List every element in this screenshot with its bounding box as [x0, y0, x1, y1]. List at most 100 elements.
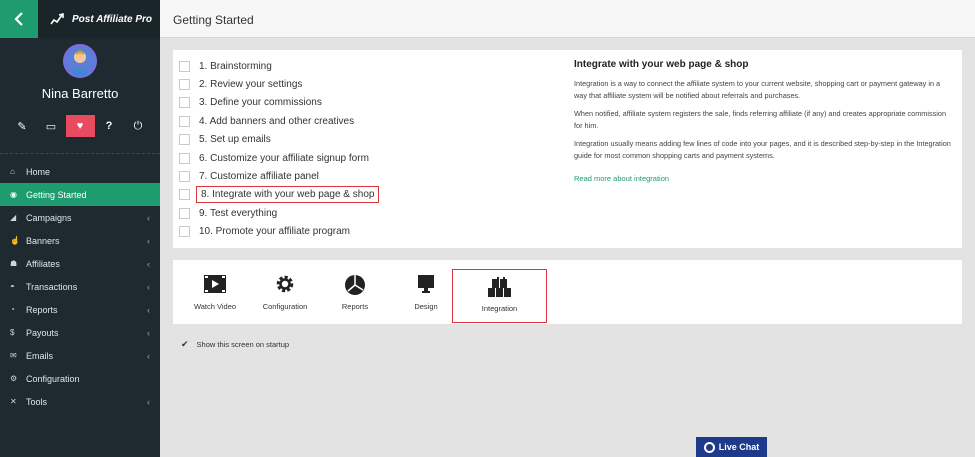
- reports-button[interactable]: Reports: [338, 274, 372, 311]
- monitor-icon[interactable]: ▭: [37, 115, 66, 137]
- read-more-link[interactable]: Read more about integration: [574, 174, 669, 183]
- pie-chart-icon: [345, 275, 365, 295]
- sidebar-item-label: Transactions: [26, 281, 78, 292]
- tool-label: Reports: [341, 302, 369, 311]
- integration-button[interactable]: Integration: [452, 269, 547, 323]
- checklist-item[interactable]: 1. Brainstorming: [179, 57, 376, 75]
- dashboard-icon: ◔: [10, 305, 15, 314]
- checkbox[interactable]: [179, 207, 190, 219]
- tool-label: Watch Video: [193, 302, 237, 311]
- checkbox[interactable]: [179, 189, 190, 201]
- sidebar-item-label: Configuration: [26, 373, 80, 384]
- chevron-left-icon: ‹: [147, 350, 150, 361]
- checkmark-icon[interactable]: ✔: [181, 339, 189, 350]
- chat-bubble-icon: [703, 441, 715, 453]
- avatar[interactable]: [63, 44, 97, 78]
- sidebar-item-campaigns[interactable]: ◢ Campaigns ‹: [0, 206, 160, 229]
- chevron-left-icon: ‹: [147, 281, 150, 292]
- sidebar-item-tools[interactable]: ✕ Tools ‹: [0, 390, 160, 413]
- sidebar-item-payouts[interactable]: $ Payouts ‹: [0, 321, 160, 344]
- sidebar-item-label: Tools: [26, 396, 48, 407]
- chevron-left-icon: ‹: [147, 258, 150, 269]
- sidebar-item-label: Campaigns: [26, 212, 72, 223]
- sidebar-item-home[interactable]: ⌂ Home: [0, 160, 160, 183]
- chevron-left-icon: ‹: [147, 327, 150, 338]
- chevron-left-icon: ‹: [147, 304, 150, 315]
- checklist-item[interactable]: 5. Set up emails: [179, 131, 376, 149]
- integration-icon: [487, 277, 511, 297]
- sidebar-top: Post Affiliate Pro: [0, 0, 160, 38]
- users-icon: ☗: [10, 259, 18, 268]
- checklist-item[interactable]: 10. Promote your affiliate program: [179, 223, 376, 241]
- checklist-item[interactable]: 2. Review your settings: [179, 75, 376, 93]
- power-icon[interactable]: ⏻: [124, 115, 153, 137]
- step-description: Integration usually means adding few lin…: [574, 139, 951, 160]
- checklist-item[interactable]: 3. Define your commissions: [179, 94, 376, 112]
- sidebar: Post Affiliate Pro Nina Barretto ✎ ▭ ♥ ?…: [0, 0, 160, 457]
- sidebar-item-getting-started[interactable]: ◉ Getting Started: [0, 183, 160, 206]
- checkbox[interactable]: [179, 79, 190, 91]
- step-description: Integration is a way to connect the affi…: [574, 79, 941, 100]
- pencil-icon[interactable]: ✎: [8, 115, 37, 137]
- gear-icon: ⚙: [10, 374, 18, 383]
- getting-started-panel: 1. Brainstorming 2. Review your settings…: [173, 50, 962, 248]
- help-icon[interactable]: ?: [95, 115, 124, 137]
- sidebar-item-label: Getting Started: [26, 189, 87, 200]
- user-profile: Nina Barretto ✎ ▭ ♥ ? ⏻: [0, 38, 160, 137]
- live-chat-button[interactable]: Live Chat: [696, 437, 767, 457]
- sidebar-item-transactions[interactable]: ◓ Transactions ‹: [0, 275, 160, 298]
- show-on-startup-option[interactable]: ✔ Show this screen on startup: [181, 339, 289, 350]
- step-title: Integrate with your web page & shop: [574, 59, 749, 70]
- back-button[interactable]: [0, 0, 38, 38]
- checklist-item[interactable]: 7. Customize affiliate panel: [179, 167, 376, 185]
- gear-icon: [276, 275, 294, 293]
- sidebar-item-label: Reports: [26, 304, 58, 315]
- configuration-button[interactable]: Configuration: [258, 274, 312, 311]
- design-button[interactable]: Design: [411, 274, 441, 311]
- home-icon: ⌂: [10, 167, 15, 176]
- page-header: Getting Started: [160, 0, 975, 38]
- sidebar-item-reports[interactable]: ◔ Reports ‹: [0, 298, 160, 321]
- brand-name: Post Affiliate Pro: [72, 13, 153, 25]
- checkbox[interactable]: [179, 134, 190, 146]
- step-description: When notified, affiliate system register…: [574, 109, 947, 130]
- show-on-startup-label: Show this screen on startup: [196, 340, 290, 349]
- sidebar-item-affiliates[interactable]: ☗ Affiliates ‹: [0, 252, 160, 275]
- tool-label: Integration: [481, 304, 518, 313]
- moneybag-icon: $: [10, 328, 15, 337]
- checkbox[interactable]: [179, 152, 190, 164]
- chevron-left-icon: ‹: [147, 235, 150, 246]
- chevron-left-icon: ‹: [147, 212, 150, 223]
- page-title: Getting Started: [173, 13, 254, 27]
- sidebar-item-label: Affiliates: [26, 258, 60, 269]
- envelope-icon: ✉: [10, 351, 17, 360]
- tool-label: Design: [414, 302, 438, 311]
- step-info: Integrate with your web page & shop Inte…: [574, 59, 954, 186]
- sidebar-item-configuration[interactable]: ⚙ Configuration: [0, 367, 160, 390]
- checklist-item-selected[interactable]: 8. Integrate with your web page & shop: [179, 186, 380, 204]
- chevron-left-icon: ‹: [147, 396, 150, 407]
- checkbox[interactable]: [179, 60, 190, 72]
- checkbox[interactable]: [179, 115, 190, 127]
- monitor-icon: [418, 275, 434, 293]
- sidebar-item-label: Banners: [26, 235, 60, 246]
- watch-video-button[interactable]: Watch Video: [191, 274, 239, 311]
- sidebar-item-emails[interactable]: ✉ Emails ‹: [0, 344, 160, 367]
- checklist-item[interactable]: 9. Test everything: [179, 204, 376, 222]
- heart-icon[interactable]: ♥: [65, 115, 95, 137]
- checkbox[interactable]: [179, 97, 190, 109]
- sidebar-item-label: Payouts: [26, 327, 59, 338]
- checklist: 1. Brainstorming 2. Review your settings…: [179, 57, 380, 241]
- brand-logo[interactable]: Post Affiliate Pro: [38, 12, 152, 26]
- checkbox[interactable]: [179, 226, 190, 238]
- megaphone-icon: ◢: [10, 213, 17, 222]
- checklist-item[interactable]: 4. Add banners and other creatives: [179, 112, 376, 130]
- sidebar-item-banners[interactable]: ☝ Banners ‹: [0, 229, 160, 252]
- video-icon: [204, 275, 226, 293]
- quick-actions: ✎ ▭ ♥ ? ⏻: [0, 115, 160, 137]
- user-avatar-icon: [65, 46, 95, 76]
- quick-links-toolbar: Watch Video Configuration Reports Design…: [173, 260, 962, 324]
- checkbox[interactable]: [179, 171, 190, 183]
- rocket-icon: ◉: [10, 190, 17, 199]
- checklist-item[interactable]: 6. Customize your affiliate signup form: [179, 149, 376, 167]
